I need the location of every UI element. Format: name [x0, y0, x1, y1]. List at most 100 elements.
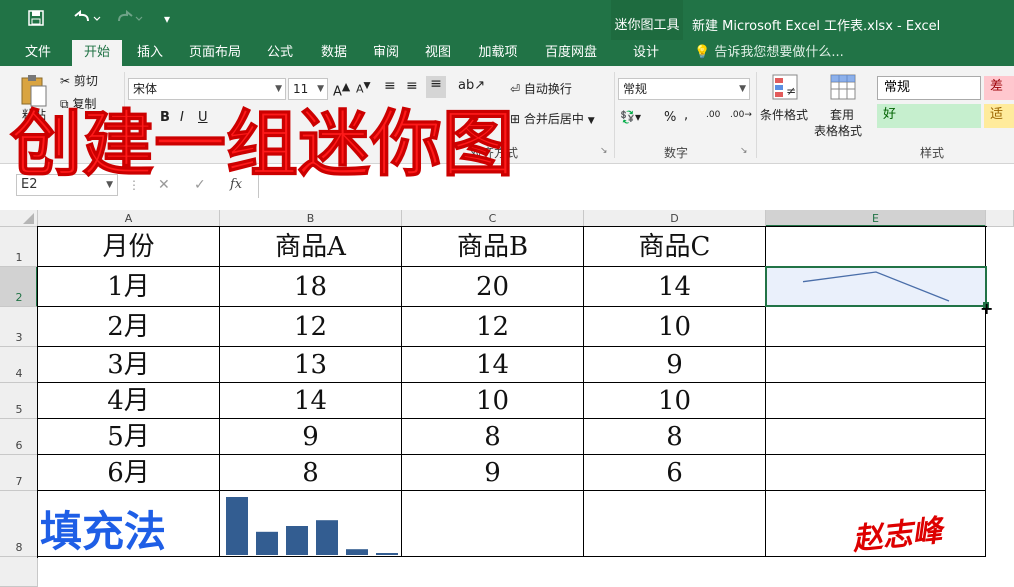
cell-c6[interactable]: 8: [402, 419, 584, 455]
increase-decimal-button[interactable]: .00: [706, 110, 720, 120]
cell-b2[interactable]: 18: [220, 267, 402, 307]
cell-c8[interactable]: [402, 491, 584, 557]
cell-c7[interactable]: 9: [402, 455, 584, 491]
tab-baidu-netdisk[interactable]: 百度网盘: [536, 40, 606, 66]
format-as-table-icon[interactable]: [830, 74, 856, 100]
conditional-format-icon[interactable]: ≠: [772, 74, 798, 100]
font-name-select[interactable]: 宋体 ▼: [128, 78, 286, 100]
tab-design[interactable]: 设计: [616, 40, 676, 66]
cell-e3[interactable]: [766, 307, 986, 347]
row-header-6[interactable]: 6: [0, 419, 38, 455]
row-header-5[interactable]: 5: [0, 383, 38, 419]
tab-data[interactable]: 数据: [312, 40, 356, 66]
cell-a7[interactable]: 6月: [38, 455, 220, 491]
cell-d6[interactable]: 8: [584, 419, 766, 455]
cell-e7[interactable]: [766, 455, 986, 491]
align-top-icon[interactable]: ≡: [384, 78, 396, 94]
merge-center-button[interactable]: ⊞ 合并后居中 ▼: [510, 110, 595, 127]
tab-page-layout[interactable]: 页面布局: [182, 40, 248, 66]
dialog-launcher-icon[interactable]: ↘: [600, 146, 608, 156]
cell-e6[interactable]: [766, 419, 986, 455]
style-bad[interactable]: 差: [984, 76, 1014, 100]
header-cell-month[interactable]: 月份: [38, 227, 220, 267]
row-header-8[interactable]: 8: [0, 491, 38, 557]
currency-icon[interactable]: 💱▾: [620, 110, 641, 124]
cell-c5[interactable]: 10: [402, 383, 584, 419]
cell-a6[interactable]: 5月: [38, 419, 220, 455]
shrink-font-icon[interactable]: A▼: [356, 80, 371, 96]
cell-b7[interactable]: 8: [220, 455, 402, 491]
cell-a2[interactable]: 1月: [38, 267, 220, 307]
lightbulb-icon: 💡: [694, 45, 711, 60]
row-header-3[interactable]: 3: [0, 307, 38, 347]
tab-view[interactable]: 视图: [416, 40, 460, 66]
cell-d7[interactable]: 6: [584, 455, 766, 491]
column-header-c[interactable]: C: [402, 210, 584, 227]
save-icon[interactable]: [28, 10, 44, 30]
column-header-a[interactable]: A: [38, 210, 220, 227]
cell-c4[interactable]: 14: [402, 347, 584, 383]
row-header-7[interactable]: 7: [0, 455, 38, 491]
cell-c3[interactable]: 12: [402, 307, 584, 347]
tab-addins[interactable]: 加载项: [470, 40, 526, 66]
customize-qat-icon[interactable]: ▾: [164, 12, 170, 26]
tab-review[interactable]: 审阅: [364, 40, 408, 66]
cell-e4[interactable]: [766, 347, 986, 383]
style-normal[interactable]: 常规: [877, 76, 981, 100]
align-bottom-icon[interactable]: ≡: [426, 76, 446, 98]
header-cell-product-b[interactable]: 商品B: [402, 227, 584, 267]
row-header-2[interactable]: 2: [0, 267, 38, 307]
cell-c2[interactable]: 20: [402, 267, 584, 307]
column-header-f[interactable]: [986, 210, 1014, 227]
percent-button[interactable]: %: [664, 110, 676, 125]
style-neutral[interactable]: 适: [984, 104, 1014, 128]
tell-me-box[interactable]: 💡 告诉我您想要做什么...: [694, 40, 844, 66]
dialog-launcher-icon[interactable]: ↘: [740, 146, 748, 156]
column-header-e[interactable]: E: [766, 210, 986, 227]
window-title: 新建 Microsoft Excel 工作表.xlsx - Excel: [692, 19, 941, 34]
decrease-decimal-icon[interactable]: .00→: [730, 110, 752, 120]
cell-a4[interactable]: 3月: [38, 347, 220, 383]
header-cell-product-a[interactable]: 商品A: [220, 227, 402, 267]
number-format-value: 常规: [623, 82, 648, 96]
tab-file[interactable]: 文件: [14, 40, 62, 66]
comma-button[interactable]: ,: [684, 108, 688, 123]
row-header-9[interactable]: [0, 557, 38, 587]
column-header-b[interactable]: B: [220, 210, 402, 227]
redo-icon[interactable]: [116, 9, 146, 30]
tab-home[interactable]: 开始: [72, 40, 122, 66]
undo-icon[interactable]: [72, 9, 102, 30]
tab-formulas[interactable]: 公式: [258, 40, 302, 66]
font-size-select[interactable]: 11 ▼: [288, 78, 328, 100]
style-good[interactable]: 好: [877, 104, 981, 128]
select-all-corner[interactable]: [0, 210, 38, 227]
cell-d3[interactable]: 10: [584, 307, 766, 347]
format-as-table-label-1[interactable]: 套用: [830, 106, 854, 123]
sparkline-column-chart: [226, 497, 398, 555]
cell-b3[interactable]: 12: [220, 307, 402, 347]
cell-e5[interactable]: [766, 383, 986, 419]
column-header-d[interactable]: D: [584, 210, 766, 227]
header-cell-product-c[interactable]: 商品C: [584, 227, 766, 267]
wrap-text-button[interactable]: ⏎ 自动换行: [510, 80, 572, 97]
row-header-1[interactable]: 1: [0, 227, 38, 267]
conditional-format-label[interactable]: 条件格式: [760, 106, 808, 123]
format-as-table-label-2[interactable]: 表格格式: [814, 122, 862, 139]
number-format-select[interactable]: 常规 ▼: [618, 78, 750, 100]
grow-font-icon[interactable]: A▲: [333, 80, 350, 99]
cell-a5[interactable]: 4月: [38, 383, 220, 419]
cell-b5[interactable]: 14: [220, 383, 402, 419]
cell-e1[interactable]: [766, 227, 986, 267]
cell-d5[interactable]: 10: [584, 383, 766, 419]
tab-insert[interactable]: 插入: [128, 40, 172, 66]
cell-d8[interactable]: [584, 491, 766, 557]
row-header-4[interactable]: 4: [0, 347, 38, 383]
cell-d4[interactable]: 9: [584, 347, 766, 383]
cell-b4[interactable]: 13: [220, 347, 402, 383]
cell-a3[interactable]: 2月: [38, 307, 220, 347]
align-middle-icon[interactable]: ≡: [406, 78, 418, 94]
cell-b6[interactable]: 9: [220, 419, 402, 455]
cut-button[interactable]: ✂ 剪切: [60, 72, 98, 89]
cell-d2[interactable]: 14: [584, 267, 766, 307]
orientation-icon[interactable]: ab↗: [458, 78, 485, 93]
